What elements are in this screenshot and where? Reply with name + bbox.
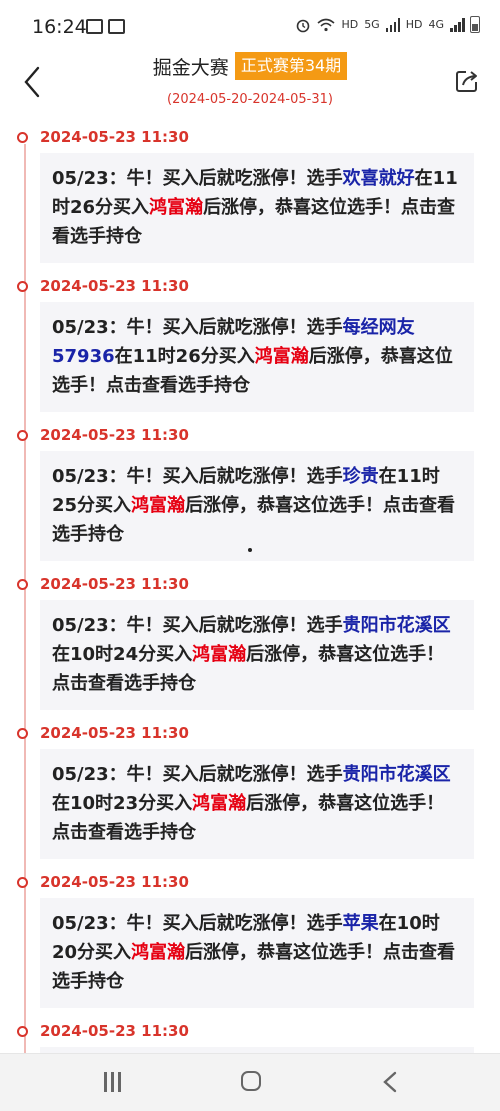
player-name-link[interactable]: 珍贵 xyxy=(343,466,379,487)
entry-card[interactable]: 05/23：牛！买入后就吃涨停！选手贵阳市花溪区在10时24分买入鸿富瀚后涨停，… xyxy=(40,600,474,710)
app-icon xyxy=(108,19,125,34)
stock-name-link[interactable]: 鸿富瀚 xyxy=(149,197,203,218)
share-icon[interactable] xyxy=(454,68,480,94)
signal-icon xyxy=(385,17,401,32)
network-gen-label: 5G xyxy=(364,18,380,31)
timeline-entry[interactable]: 2024-05-23 11:30 05/23：牛！买入后就吃涨停！选手贵阳市花溪区… xyxy=(0,573,500,710)
entry-timestamp: 2024-05-23 11:30 xyxy=(40,128,189,146)
timeline-dot xyxy=(17,579,28,590)
entry-time-text: 在10时23分买入 xyxy=(52,793,193,814)
entry-timestamp: 2024-05-23 11:30 xyxy=(40,426,189,444)
timeline-dot xyxy=(17,430,28,441)
signal-icon xyxy=(450,17,465,32)
system-nav-bar xyxy=(0,1053,500,1111)
entry-prefix: 05/23：牛！买入后就吃涨停！选手 xyxy=(52,317,343,338)
timeline-feed[interactable]: 2024-05-23 11:30 05/23：牛！买入后就吃涨停！选手欢喜就好在1… xyxy=(0,114,500,1054)
title-row: 掘金大赛 正式赛第34期 xyxy=(0,52,500,80)
timeline-entry[interactable]: 2024-05-23 11:30 05/23：牛！买入后就吃涨停！选手苹果在10时… xyxy=(0,871,500,1008)
entry-prefix: 05/23：牛！买入后就吃涨停！选手 xyxy=(52,615,343,636)
entry-timestamp: 2024-05-23 11:30 xyxy=(40,873,189,891)
scroll-indicator xyxy=(248,548,252,552)
back-icon[interactable] xyxy=(382,1071,398,1093)
timeline-dot xyxy=(17,132,28,143)
player-name-link[interactable]: 贵阳市花溪区 xyxy=(343,615,451,636)
network-label-2: HD xyxy=(405,18,423,31)
timeline-entry[interactable]: 2024-05-23 11:30 05/23：牛！买入后就吃涨停！选手珍贵在11时… xyxy=(0,424,500,561)
network-gen-label-2: 4G xyxy=(428,18,444,31)
player-name-link[interactable]: 苹果 xyxy=(343,913,379,934)
home-icon[interactable] xyxy=(241,1071,261,1091)
stock-name-link[interactable]: 鸿富瀚 xyxy=(255,346,309,367)
timeline-entry[interactable]: 2024-05-23 11:30 05/23：牛！买入后就吃涨停！选手欢喜就好在1… xyxy=(0,126,500,263)
entry-timestamp: 2024-05-23 11:30 xyxy=(40,575,189,593)
image-icon xyxy=(86,19,103,34)
entry-card[interactable]: 05/23：牛！买入后就吃涨停！选手珍贵在11时25分买入鸿富瀚后涨停，恭喜这位… xyxy=(40,451,474,561)
timeline-dot xyxy=(17,281,28,292)
entry-timestamp: 2024-05-23 11:30 xyxy=(40,1022,189,1040)
entry-card[interactable]: 05/23：牛！买入后就吃涨停！选手贵阳市花溪区在10时23分买入鸿富瀚后涨停，… xyxy=(40,749,474,859)
entry-card[interactable]: 05/23：牛！买入后就吃涨停！选手每经网友57936在11时26分买入鸿富瀚后… xyxy=(40,302,474,412)
entry-card[interactable]: 05/23：牛！买入后就吃涨停！选手苹果在10时20分买入鸿富瀚后涨停，恭喜这位… xyxy=(40,898,474,1008)
timeline-entry[interactable]: 2024-05-23 11:30 05/23：牛！买入后就吃涨停！选手贵阳市花溪区… xyxy=(0,722,500,859)
stock-name-link[interactable]: 鸿富瀚 xyxy=(131,495,185,516)
entry-prefix: 05/23：牛！买入后就吃涨停！选手 xyxy=(52,913,343,934)
entry-time-text: 在10时24分买入 xyxy=(52,644,193,665)
status-time: 16:24 xyxy=(32,16,87,38)
stock-name-link[interactable]: 鸿富瀚 xyxy=(131,942,185,963)
date-range: (2024-05-20-2024-05-31) xyxy=(167,92,333,107)
page-title: 掘金大赛 xyxy=(152,56,229,79)
entry-prefix: 05/23：牛！买入后就吃涨停！选手 xyxy=(52,466,343,487)
alarm-icon xyxy=(297,19,310,32)
status-bar: 16:24 HD 5G HD 4G xyxy=(0,0,500,52)
recents-icon[interactable] xyxy=(104,1072,122,1092)
wifi-icon xyxy=(317,18,335,31)
entry-card[interactable]: 05/23：牛！买入后就吃涨停！选手欢喜就好在11时26分买入鸿富瀚后涨停，恭喜… xyxy=(40,153,474,263)
season-badge: 正式赛第34期 xyxy=(234,52,348,80)
timeline-dot xyxy=(17,728,28,739)
entry-prefix: 05/23：牛！买入后就吃涨停！选手 xyxy=(52,168,343,189)
timeline-entry[interactable]: 2024-05-23 11:30 05/23：牛！买入后就吃涨停！选手每经网友57… xyxy=(0,275,500,412)
network-label: HD xyxy=(341,18,359,31)
player-name-link[interactable]: 贵阳市花溪区 xyxy=(343,764,451,785)
entry-time-text: 在11时26分买入 xyxy=(114,346,255,367)
timeline-dot xyxy=(17,877,28,888)
stock-name-link[interactable]: 鸿富瀚 xyxy=(192,793,246,814)
page-header: 掘金大赛 正式赛第34期 (2024-05-20-2024-05-31) xyxy=(0,52,500,114)
timeline-entry[interactable]: 2024-05-23 11:3005/23：牛！买入后就吃涨停！选手股网金生在 xyxy=(0,1020,500,1054)
entry-prefix: 05/23：牛！买入后就吃涨停！选手 xyxy=(52,764,343,785)
entry-timestamp: 2024-05-23 11:30 xyxy=(40,724,189,742)
entry-timestamp: 2024-05-23 11:30 xyxy=(40,277,189,295)
timeline-dot xyxy=(17,1026,28,1037)
stock-name-link[interactable]: 鸿富瀚 xyxy=(192,644,246,665)
status-indicators: HD 5G HD 4G xyxy=(295,16,480,33)
player-name-link[interactable]: 欢喜就好 xyxy=(343,168,415,189)
battery-icon xyxy=(470,16,480,33)
